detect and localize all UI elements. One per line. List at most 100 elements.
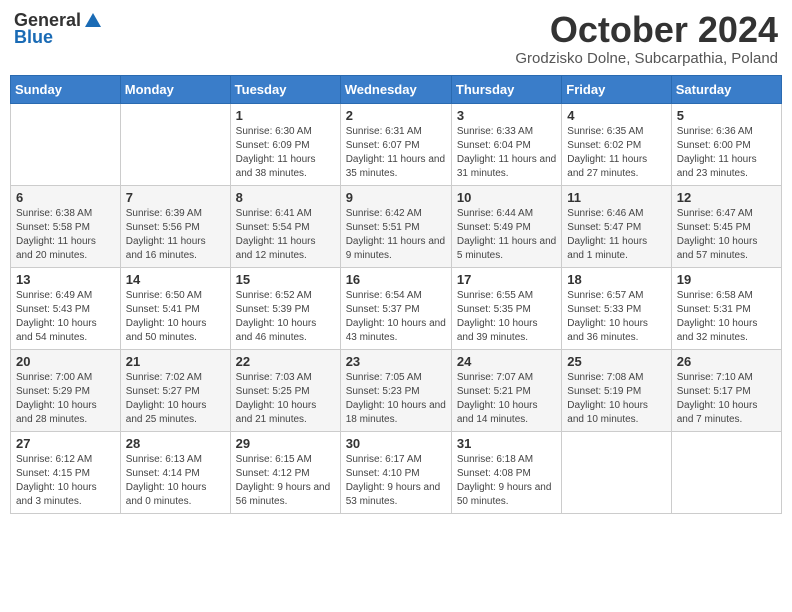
day-number: 21 [126,354,225,369]
day-number: 6 [16,190,115,205]
calendar-cell: 9Sunrise: 6:42 AM Sunset: 5:51 PM Daylig… [340,185,451,267]
day-info: Sunrise: 6:39 AM Sunset: 5:56 PM Dayligh… [126,207,225,263]
weekday-header-friday: Friday [562,75,671,103]
day-info: Sunrise: 7:08 AM Sunset: 5:19 PM Dayligh… [567,371,665,427]
day-info: Sunrise: 6:36 AM Sunset: 6:00 PM Dayligh… [677,125,776,181]
calendar-cell: 11 Sunrise: 6:46 AM Sunset: 5:47 PM Dayli… [562,185,671,267]
page-header: General Blue October 2024 Grodzisko Doln… [10,10,782,67]
day-info: Sunrise: 6:31 AM Sunset: 6:07 PM Dayligh… [346,125,446,181]
logo-blue-text: Blue [14,27,53,48]
calendar-cell: 1Sunrise: 6:30 AM Sunset: 6:09 PM Daylig… [230,103,340,185]
day-info: Sunrise: 7:03 AM Sunset: 5:25 PM Dayligh… [236,371,335,427]
calendar-cell: 23 Sunrise: 7:05 AM Sunset: 5:23 PM Dayli… [340,349,451,431]
day-info: Sunrise: 7:05 AM Sunset: 5:23 PM Dayligh… [346,371,446,427]
day-info: Sunrise: 6:57 AM Sunset: 5:33 PM Dayligh… [567,289,665,345]
day-info: Sunrise: 7:00 AM Sunset: 5:29 PM Dayligh… [16,371,115,427]
calendar-cell: 15 Sunrise: 6:52 AM Sunset: 5:39 PM Dayli… [230,267,340,349]
day-number: 10 [457,190,556,205]
day-number: 8 [236,190,335,205]
day-number: 28 [126,436,225,451]
weekday-header-thursday: Thursday [451,75,561,103]
logo: General Blue [14,10,103,48]
day-info: Sunrise: 6:18 AM Sunset: 4:08 PM Dayligh… [457,453,556,509]
day-number: 31 [457,436,556,451]
calendar-cell: 4Sunrise: 6:35 AM Sunset: 6:02 PM Daylig… [562,103,671,185]
day-info: Sunrise: 6:30 AM Sunset: 6:09 PM Dayligh… [236,125,335,181]
day-number: 11 [567,190,665,205]
calendar-cell: 29 Sunrise: 6:15 AM Sunset: 4:12 PM Dayli… [230,431,340,513]
day-number: 29 [236,436,335,451]
week-row-4: 20 Sunrise: 7:00 AM Sunset: 5:29 PM Dayli… [11,349,782,431]
day-info: Sunrise: 6:49 AM Sunset: 5:43 PM Dayligh… [16,289,115,345]
day-number: 14 [126,272,225,287]
day-info: Sunrise: 6:13 AM Sunset: 4:14 PM Dayligh… [126,453,225,509]
day-number: 2 [346,108,446,123]
calendar-table: SundayMondayTuesdayWednesdayThursdayFrid… [10,75,782,514]
day-number: 22 [236,354,335,369]
calendar-cell: 2 Sunrise: 6:31 AM Sunset: 6:07 PM Daylig… [340,103,451,185]
weekday-header-sunday: Sunday [11,75,121,103]
day-number: 24 [457,354,556,369]
day-info: Sunrise: 6:50 AM Sunset: 5:41 PM Dayligh… [126,289,225,345]
weekday-header-row: SundayMondayTuesdayWednesdayThursdayFrid… [11,75,782,103]
calendar-cell: 21 Sunrise: 7:02 AM Sunset: 5:27 PM Dayli… [120,349,230,431]
calendar-cell: 30Sunrise: 6:17 AM Sunset: 4:10 PM Dayli… [340,431,451,513]
calendar-cell: 16 Sunrise: 6:54 AM Sunset: 5:37 PM Dayli… [340,267,451,349]
day-number: 18 [567,272,665,287]
weekday-header-monday: Monday [120,75,230,103]
calendar-cell: 22 Sunrise: 7:03 AM Sunset: 5:25 PM Dayli… [230,349,340,431]
logo-icon [83,11,103,31]
day-number: 20 [16,354,115,369]
calendar-cell [11,103,121,185]
day-info: Sunrise: 6:38 AM Sunset: 5:58 PM Dayligh… [16,207,115,263]
day-number: 15 [236,272,335,287]
day-info: Sunrise: 6:15 AM Sunset: 4:12 PM Dayligh… [236,453,335,509]
day-info: Sunrise: 6:58 AM Sunset: 5:31 PM Dayligh… [677,289,776,345]
calendar-cell: 18 Sunrise: 6:57 AM Sunset: 5:33 PM Dayli… [562,267,671,349]
calendar-cell: 26 Sunrise: 7:10 AM Sunset: 5:17 PM Dayli… [671,349,781,431]
week-row-5: 27 Sunrise: 6:12 AM Sunset: 4:15 PM Dayli… [11,431,782,513]
weekday-header-saturday: Saturday [671,75,781,103]
calendar-cell: 7 Sunrise: 6:39 AM Sunset: 5:56 PM Daylig… [120,185,230,267]
day-number: 7 [126,190,225,205]
calendar-cell: 5 Sunrise: 6:36 AM Sunset: 6:00 PM Daylig… [671,103,781,185]
day-number: 25 [567,354,665,369]
calendar-cell: 28 Sunrise: 6:13 AM Sunset: 4:14 PM Dayli… [120,431,230,513]
title-block: October 2024 Grodzisko Dolne, Subcarpath… [515,10,778,67]
day-number: 23 [346,354,446,369]
day-info: Sunrise: 7:02 AM Sunset: 5:27 PM Dayligh… [126,371,225,427]
calendar-cell: 12 Sunrise: 6:47 AM Sunset: 5:45 PM Dayli… [671,185,781,267]
day-info: Sunrise: 6:12 AM Sunset: 4:15 PM Dayligh… [16,453,115,509]
day-info: Sunrise: 7:10 AM Sunset: 5:17 PM Dayligh… [677,371,776,427]
day-number: 17 [457,272,556,287]
day-info: Sunrise: 6:17 AM Sunset: 4:10 PM Dayligh… [346,453,446,509]
calendar-cell: 6 Sunrise: 6:38 AM Sunset: 5:58 PM Daylig… [11,185,121,267]
day-number: 27 [16,436,115,451]
week-row-1: 1Sunrise: 6:30 AM Sunset: 6:09 PM Daylig… [11,103,782,185]
calendar-cell: 25 Sunrise: 7:08 AM Sunset: 5:19 PM Dayli… [562,349,671,431]
day-info: Sunrise: 7:07 AM Sunset: 5:21 PM Dayligh… [457,371,556,427]
calendar-cell: 8 Sunrise: 6:41 AM Sunset: 5:54 PM Daylig… [230,185,340,267]
day-number: 12 [677,190,776,205]
day-number: 3 [457,108,556,123]
calendar-cell: 27 Sunrise: 6:12 AM Sunset: 4:15 PM Dayli… [11,431,121,513]
day-number: 5 [677,108,776,123]
calendar-cell: 3Sunrise: 6:33 AM Sunset: 6:04 PM Daylig… [451,103,561,185]
day-info: Sunrise: 6:42 AM Sunset: 5:51 PM Dayligh… [346,207,446,263]
day-info: Sunrise: 6:47 AM Sunset: 5:45 PM Dayligh… [677,207,776,263]
calendar-cell [120,103,230,185]
weekday-header-tuesday: Tuesday [230,75,340,103]
day-number: 26 [677,354,776,369]
day-info: Sunrise: 6:41 AM Sunset: 5:54 PM Dayligh… [236,207,335,263]
day-info: Sunrise: 6:35 AM Sunset: 6:02 PM Dayligh… [567,125,665,181]
day-info: Sunrise: 6:52 AM Sunset: 5:39 PM Dayligh… [236,289,335,345]
calendar-cell: 13Sunrise: 6:49 AM Sunset: 5:43 PM Dayli… [11,267,121,349]
day-info: Sunrise: 6:46 AM Sunset: 5:47 PM Dayligh… [567,207,665,263]
calendar-cell: 17Sunrise: 6:55 AM Sunset: 5:35 PM Dayli… [451,267,561,349]
day-info: Sunrise: 6:54 AM Sunset: 5:37 PM Dayligh… [346,289,446,345]
week-row-2: 6 Sunrise: 6:38 AM Sunset: 5:58 PM Daylig… [11,185,782,267]
calendar-cell: 24 Sunrise: 7:07 AM Sunset: 5:21 PM Dayli… [451,349,561,431]
calendar-cell [671,431,781,513]
calendar-cell: 31 Sunrise: 6:18 AM Sunset: 4:08 PM Dayli… [451,431,561,513]
day-number: 16 [346,272,446,287]
